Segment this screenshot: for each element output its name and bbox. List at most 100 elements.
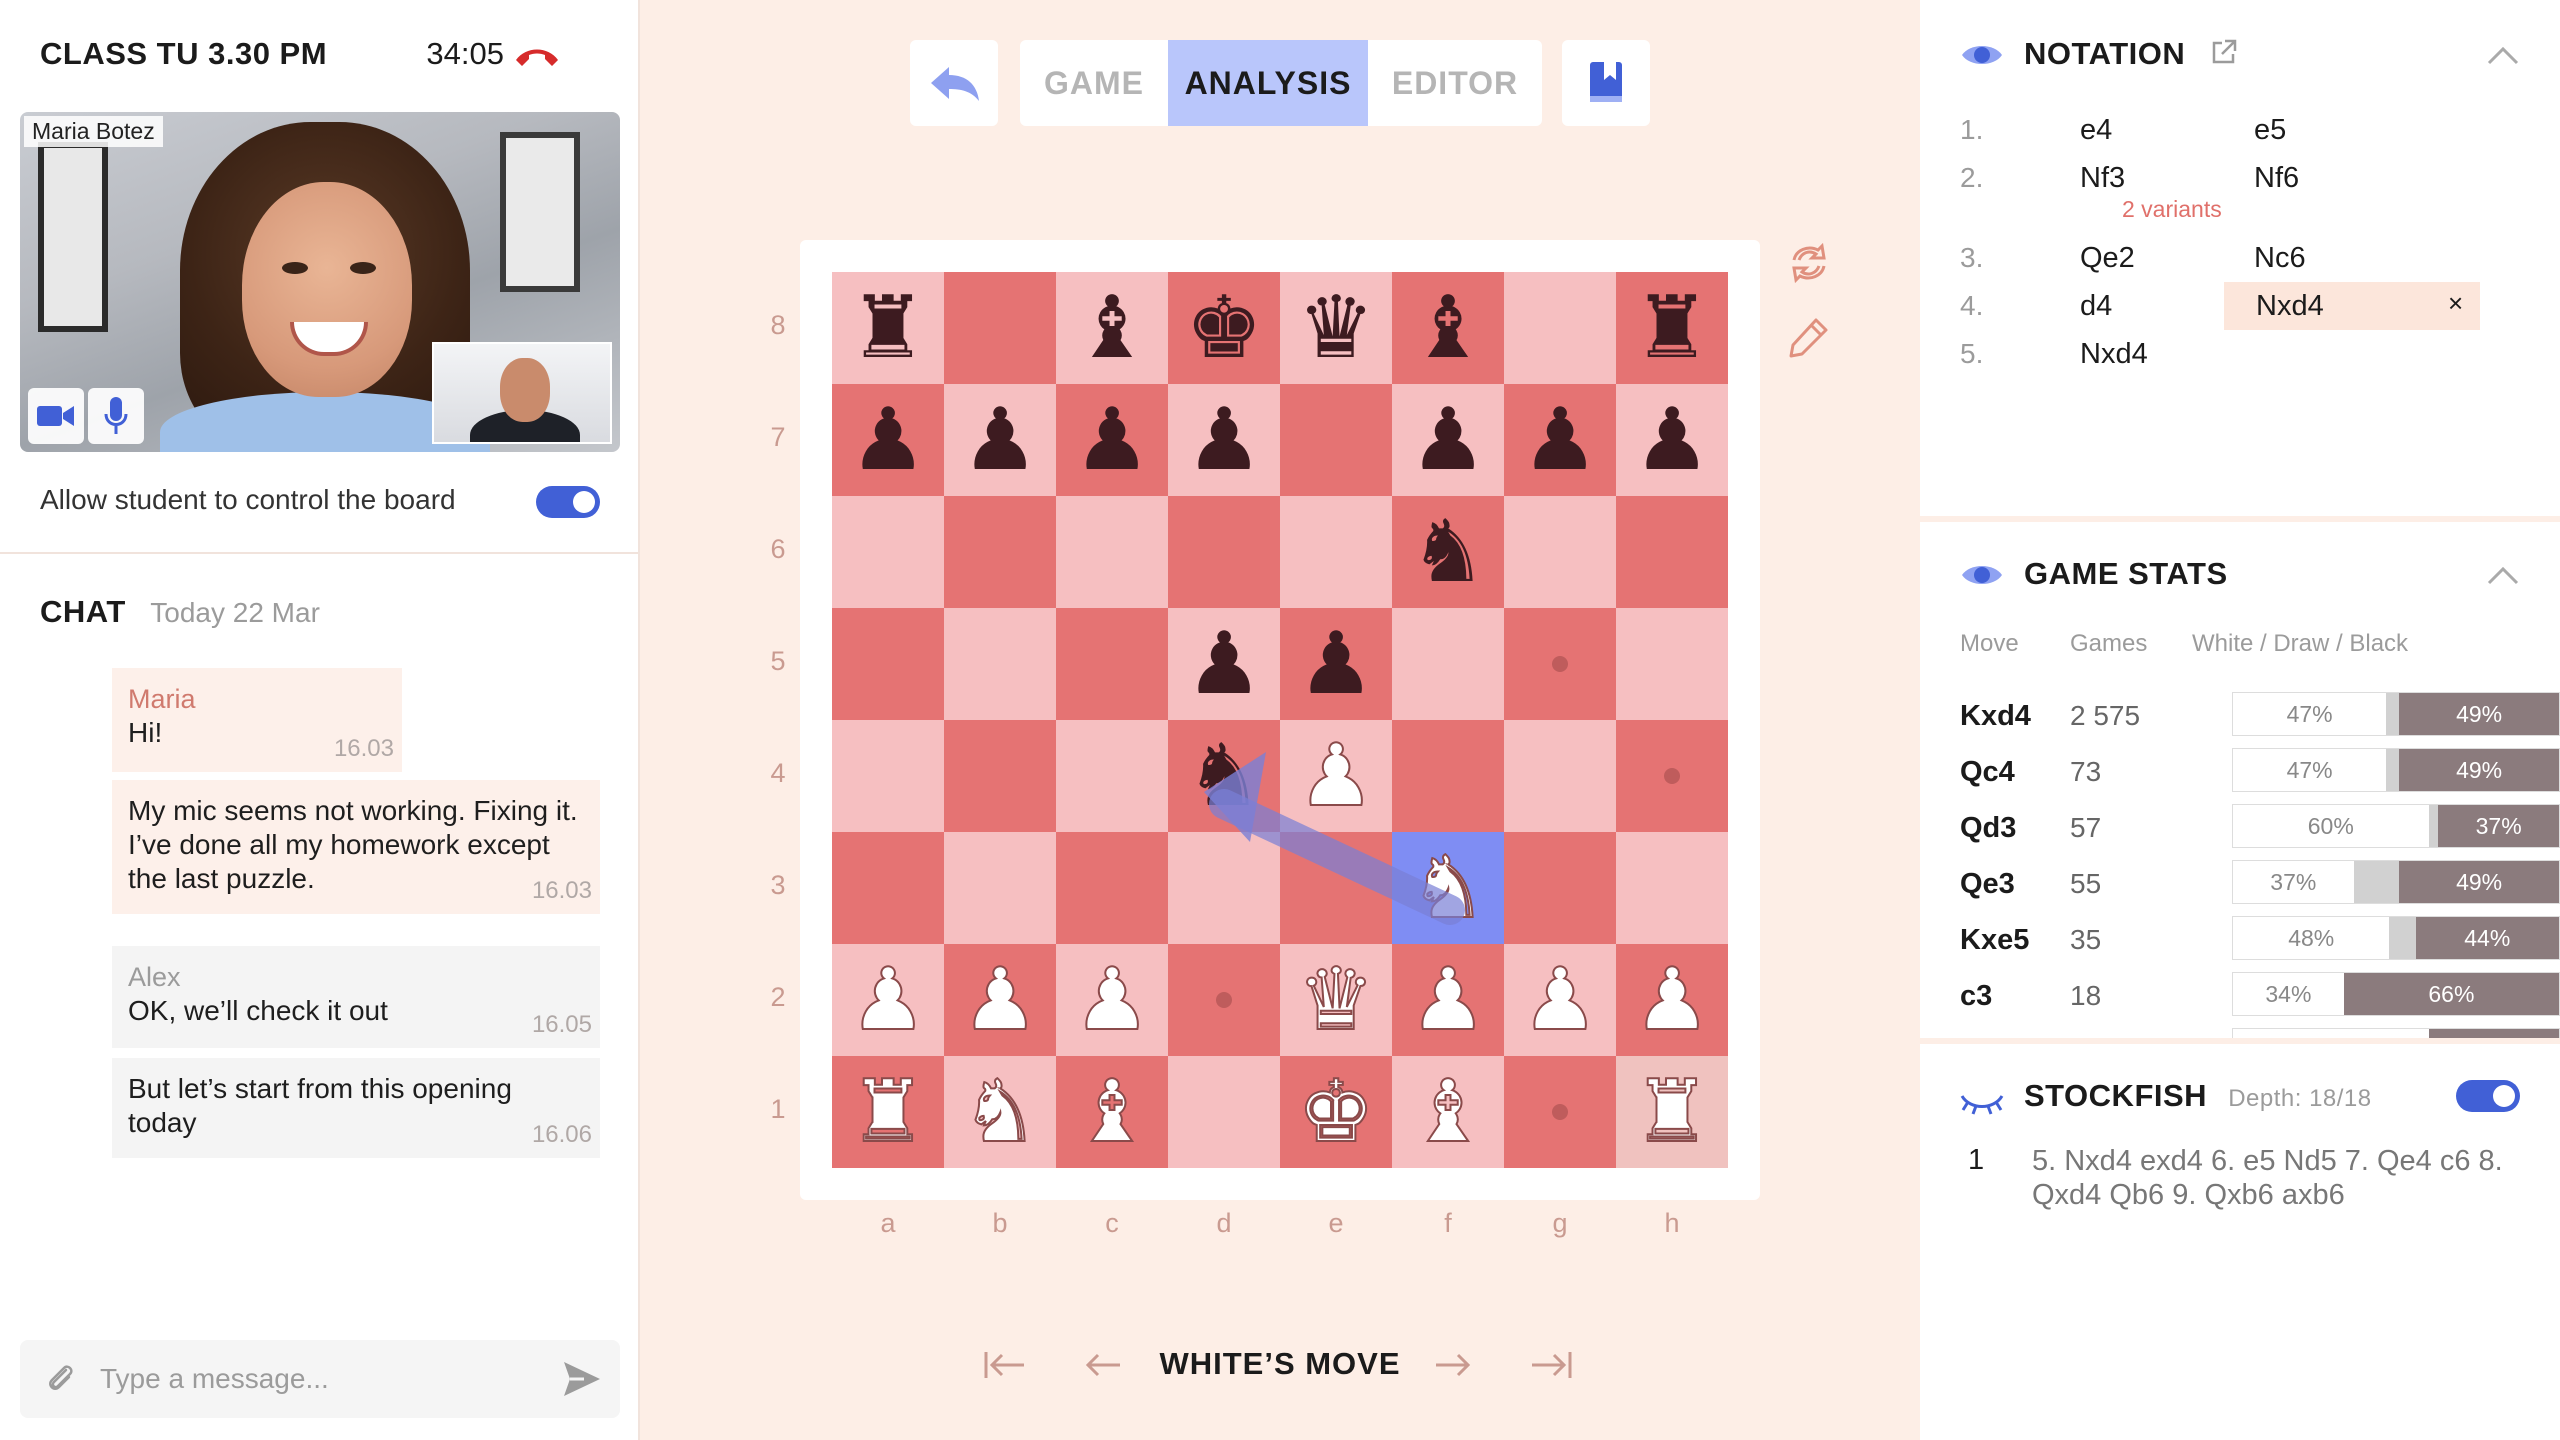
black-knight-piece[interactable]: ♞ (1185, 733, 1262, 819)
black-pawn-piece[interactable]: ♟ (1185, 621, 1262, 707)
white-bishop-piece[interactable]: ♝ (1408, 1068, 1487, 1156)
square-d3[interactable] (1168, 832, 1280, 944)
square-d8[interactable]: ♚ (1168, 272, 1280, 384)
black-pawn-piece[interactable]: ♟ (1633, 397, 1710, 483)
stats-move[interactable]: Qc4 (1960, 756, 2015, 789)
white-move[interactable]: Nf3 (2080, 162, 2125, 195)
stats-row[interactable]: Kxd4 2 575 47% 49% (1960, 692, 2560, 738)
square-c1[interactable]: ♝ (1056, 1056, 1168, 1168)
square-a3[interactable] (832, 832, 944, 944)
square-h3[interactable] (1616, 832, 1728, 944)
square-d7[interactable]: ♟ (1168, 384, 1280, 496)
square-g2[interactable]: ♟ (1504, 944, 1616, 1056)
black-pawn-piece[interactable]: ♟ (849, 397, 926, 483)
square-c5[interactable] (1056, 608, 1168, 720)
tab-game[interactable]: GAME (1020, 40, 1168, 126)
square-e5[interactable]: ♟ (1280, 608, 1392, 720)
square-a7[interactable]: ♟ (832, 384, 944, 496)
white-king-piece[interactable]: ♚ (1296, 1068, 1375, 1156)
white-knight-piece[interactable]: ♞ (1408, 844, 1487, 932)
square-d6[interactable] (1168, 496, 1280, 608)
message-input[interactable] (100, 1354, 540, 1404)
square-c7[interactable]: ♟ (1056, 384, 1168, 496)
square-b8[interactable] (944, 272, 1056, 384)
square-b2[interactable]: ♟ (944, 944, 1056, 1056)
collapse-chevron-icon[interactable] (2486, 44, 2520, 66)
eye-closed-icon[interactable] (1960, 1086, 2004, 1116)
black-move-selected[interactable]: Nxd4 (2256, 290, 2324, 323)
paperclip-icon[interactable] (44, 1362, 78, 1396)
black-pawn-piece[interactable]: ♟ (1185, 397, 1262, 483)
external-link-icon[interactable] (2210, 38, 2238, 66)
square-b7[interactable]: ♟ (944, 384, 1056, 496)
stockfish-toggle[interactable] (2456, 1080, 2520, 1112)
square-e6[interactable] (1280, 496, 1392, 608)
black-pawn-piece[interactable]: ♟ (1297, 621, 1374, 707)
square-c3[interactable] (1056, 832, 1168, 944)
stats-row[interactable]: Qe3 55 37% 49% (1960, 860, 2560, 906)
stats-row[interactable]: c3 18 34% 66% (1960, 972, 2560, 1018)
square-f6[interactable]: ♞ (1392, 496, 1504, 608)
white-rook-piece[interactable]: ♜ (1632, 1068, 1711, 1156)
square-f7[interactable]: ♟ (1392, 384, 1504, 496)
square-f8[interactable]: ♝ (1392, 272, 1504, 384)
black-pawn-piece[interactable]: ♟ (1409, 397, 1486, 483)
square-g5[interactable] (1504, 608, 1616, 720)
square-b5[interactable] (944, 608, 1056, 720)
pencil-icon[interactable] (1786, 314, 1832, 360)
square-c2[interactable]: ♟ (1056, 944, 1168, 1056)
black-move[interactable]: e5 (2254, 114, 2286, 147)
camera-toggle-button[interactable] (28, 388, 84, 444)
square-f4[interactable] (1392, 720, 1504, 832)
chess-board[interactable]: ♜ ♝ ♚ ♛ ♝ ♜ ♟ ♟ ♟ ♟ ♟ ♟ ♟ ♞ ♟ ♟ ♞ ♟ ♞ ♟ ♟ ♟ ♛ ♟ ♟ ♟ ♜ ♞ ♝ ♚ ♝ ♜ (832, 272, 1728, 1168)
white-pawn-piece[interactable]: ♟ (1072, 956, 1151, 1044)
black-move[interactable]: Nc6 (2254, 242, 2306, 275)
white-pawn-piece[interactable]: ♟ (848, 956, 927, 1044)
square-f1[interactable]: ♝ (1392, 1056, 1504, 1168)
opening-book-button[interactable] (1562, 40, 1650, 126)
square-c4[interactable] (1056, 720, 1168, 832)
square-g7[interactable]: ♟ (1504, 384, 1616, 496)
first-move-icon[interactable] (980, 1342, 1030, 1388)
square-g1[interactable] (1504, 1056, 1616, 1168)
stats-move[interactable]: Kxe5 (1960, 924, 2029, 957)
square-h5[interactable] (1616, 608, 1728, 720)
square-a2[interactable]: ♟ (832, 944, 944, 1056)
white-bishop-piece[interactable]: ♝ (1072, 1068, 1151, 1156)
square-a1[interactable]: ♜ (832, 1056, 944, 1168)
white-pawn-piece[interactable]: ♟ (1520, 956, 1599, 1044)
black-king-piece[interactable]: ♚ (1185, 285, 1262, 371)
square-h2[interactable]: ♟ (1616, 944, 1728, 1056)
white-move[interactable]: e4 (2080, 114, 2112, 147)
send-icon[interactable] (560, 1358, 602, 1400)
square-e1[interactable]: ♚ (1280, 1056, 1392, 1168)
square-d2[interactable] (1168, 944, 1280, 1056)
square-b1[interactable]: ♞ (944, 1056, 1056, 1168)
square-h8[interactable]: ♜ (1616, 272, 1728, 384)
hang-up-icon[interactable] (514, 44, 560, 68)
square-h7[interactable]: ♟ (1616, 384, 1728, 496)
engine-line[interactable]: 5. Nxd4 exd4 6. e5 Nd5 7. Qe4 c6 8. Qxd4… (2032, 1144, 2512, 1212)
square-e8[interactable]: ♛ (1280, 272, 1392, 384)
black-pawn-piece[interactable]: ♟ (1521, 397, 1598, 483)
previous-move-icon[interactable] (1080, 1342, 1130, 1388)
white-knight-piece[interactable]: ♞ (960, 1068, 1039, 1156)
collapse-chevron-icon[interactable] (2486, 564, 2520, 586)
square-a5[interactable] (832, 608, 944, 720)
stats-row[interactable]: Kxe5 35 48% 44% (1960, 916, 2560, 962)
black-move[interactable]: Nf6 (2254, 162, 2299, 195)
white-move[interactable]: Qe2 (2080, 242, 2135, 275)
stats-move[interactable]: Kxd4 (1960, 700, 2031, 733)
square-f3[interactable]: ♞ (1392, 832, 1504, 944)
black-rook-piece[interactable]: ♜ (1633, 285, 1710, 371)
white-move[interactable]: Nxd4 (2080, 338, 2148, 371)
tab-editor[interactable]: EDITOR (1368, 40, 1542, 126)
white-move[interactable]: d4 (2080, 290, 2112, 323)
stats-move[interactable]: Bg5 (1960, 1036, 2015, 1038)
square-c6[interactable] (1056, 496, 1168, 608)
square-g4[interactable] (1504, 720, 1616, 832)
last-move-icon[interactable] (1526, 1342, 1576, 1388)
square-g6[interactable] (1504, 496, 1616, 608)
square-g8[interactable] (1504, 272, 1616, 384)
stats-row[interactable]: Qd3 57 60% 37% (1960, 804, 2560, 850)
